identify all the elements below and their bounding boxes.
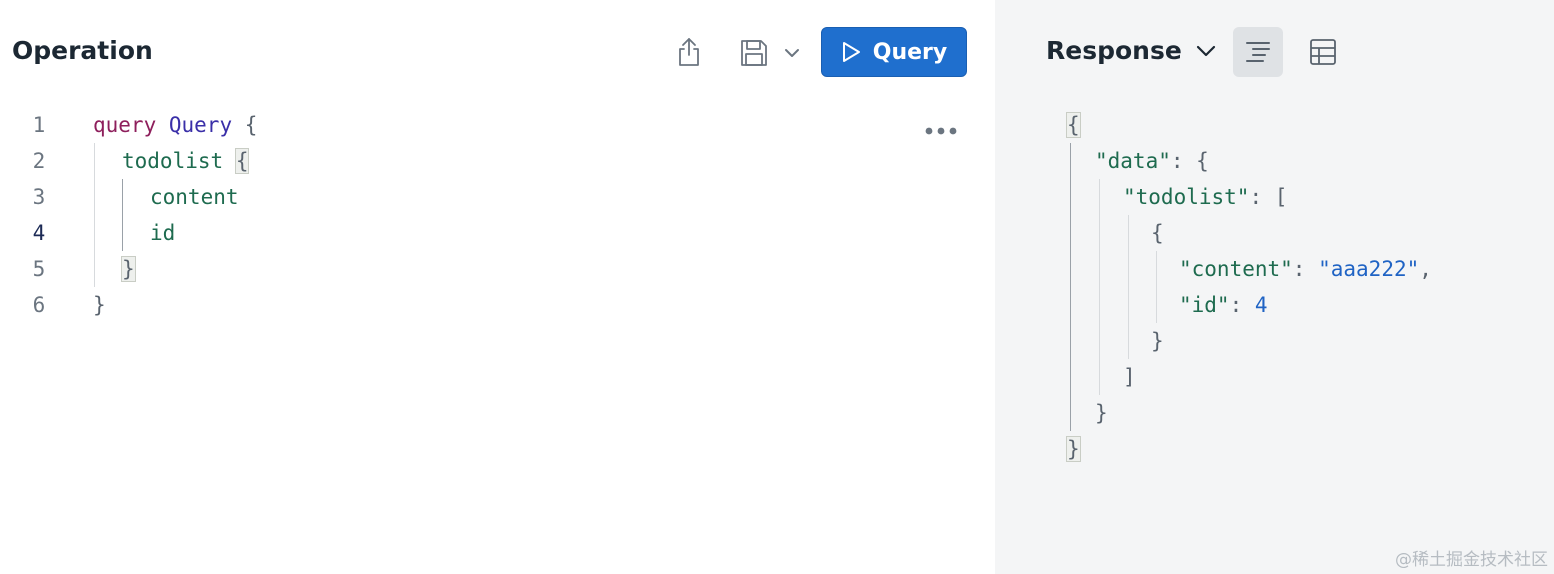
field-id: id	[150, 221, 176, 245]
indent-guide	[1128, 215, 1129, 359]
json-key-content: "content"	[1179, 257, 1293, 281]
run-query-button[interactable]: Query	[821, 27, 967, 77]
code-line: query Query {	[93, 107, 257, 143]
brace-matched: {	[234, 148, 250, 174]
brace-matched: }	[121, 256, 136, 282]
indent-guide-active	[1070, 143, 1071, 431]
json-line: {	[1151, 221, 1164, 245]
json-line: }	[1066, 431, 1081, 467]
chevron-down-icon	[1196, 45, 1216, 57]
table-icon	[1309, 38, 1337, 66]
code-line: }	[121, 251, 136, 287]
json-line: }	[1151, 329, 1164, 353]
watermark: @稀土掘金技术社区	[1395, 550, 1548, 570]
code-line: todolist {	[122, 143, 250, 179]
code-line: content	[150, 179, 239, 215]
operation-title: Operation	[12, 36, 153, 65]
save-options-chevron-down-icon[interactable]	[782, 44, 802, 62]
brace-matched: {	[1066, 112, 1081, 138]
play-icon	[841, 41, 861, 63]
brace: {	[244, 113, 258, 137]
response-viewer: { "data": { "todolist": [ { "content": "…	[1066, 107, 1540, 467]
indent-guide-active	[122, 179, 123, 251]
response-pane: Response { "data": { "todolist": [ {"co…	[995, 0, 1554, 574]
brace-matched: }	[1066, 436, 1081, 462]
text-view-button[interactable]	[1233, 27, 1283, 77]
json-key-id: "id"	[1179, 293, 1230, 317]
json-line: }	[1095, 401, 1108, 425]
share-icon[interactable]	[672, 34, 706, 70]
response-title-dropdown[interactable]: Response	[1046, 36, 1216, 65]
json-key-data: "data"	[1095, 149, 1171, 173]
json-key-todolist: "todolist"	[1123, 185, 1250, 209]
json-value-content: "aaa222"	[1318, 257, 1420, 281]
json-line: "todolist": [	[1123, 185, 1288, 209]
line-number: 5	[32, 257, 46, 281]
indent-guide	[1156, 251, 1157, 323]
code-line: id	[150, 215, 175, 251]
line-number-active: 4	[32, 221, 46, 245]
keyword-query: query	[93, 113, 157, 137]
indent-guide	[94, 143, 95, 287]
operation-pane: Operation Query 1 2 3 4 5 6 query Query …	[0, 0, 995, 574]
json-line: "content": "aaa222",	[1179, 257, 1432, 281]
line-number: 2	[32, 149, 46, 173]
run-query-label: Query	[872, 39, 948, 65]
response-title: Response	[1046, 36, 1182, 65]
more-options-icon[interactable]	[922, 122, 960, 140]
line-number: 3	[32, 185, 46, 209]
field-content: content	[150, 185, 239, 209]
brace: }	[93, 293, 106, 317]
table-view-button[interactable]	[1298, 27, 1348, 77]
line-number: 6	[32, 293, 46, 317]
text-lines-icon	[1243, 39, 1273, 65]
indent-guide	[1099, 179, 1100, 395]
line-number: 1	[32, 113, 46, 137]
json-value-id: 4	[1254, 293, 1268, 317]
operation-name: Query	[168, 113, 233, 137]
field-todolist: todolist	[122, 149, 224, 173]
json-line: ]	[1123, 365, 1136, 389]
code-line: }	[93, 287, 106, 323]
json-line: "id": 4	[1179, 293, 1268, 317]
json-line: "data": {	[1095, 149, 1209, 173]
json-line: {	[1066, 107, 1081, 143]
save-icon[interactable]	[736, 36, 772, 70]
operation-editor[interactable]: 1 2 3 4 5 6 query Query { todolist { con…	[0, 107, 900, 327]
